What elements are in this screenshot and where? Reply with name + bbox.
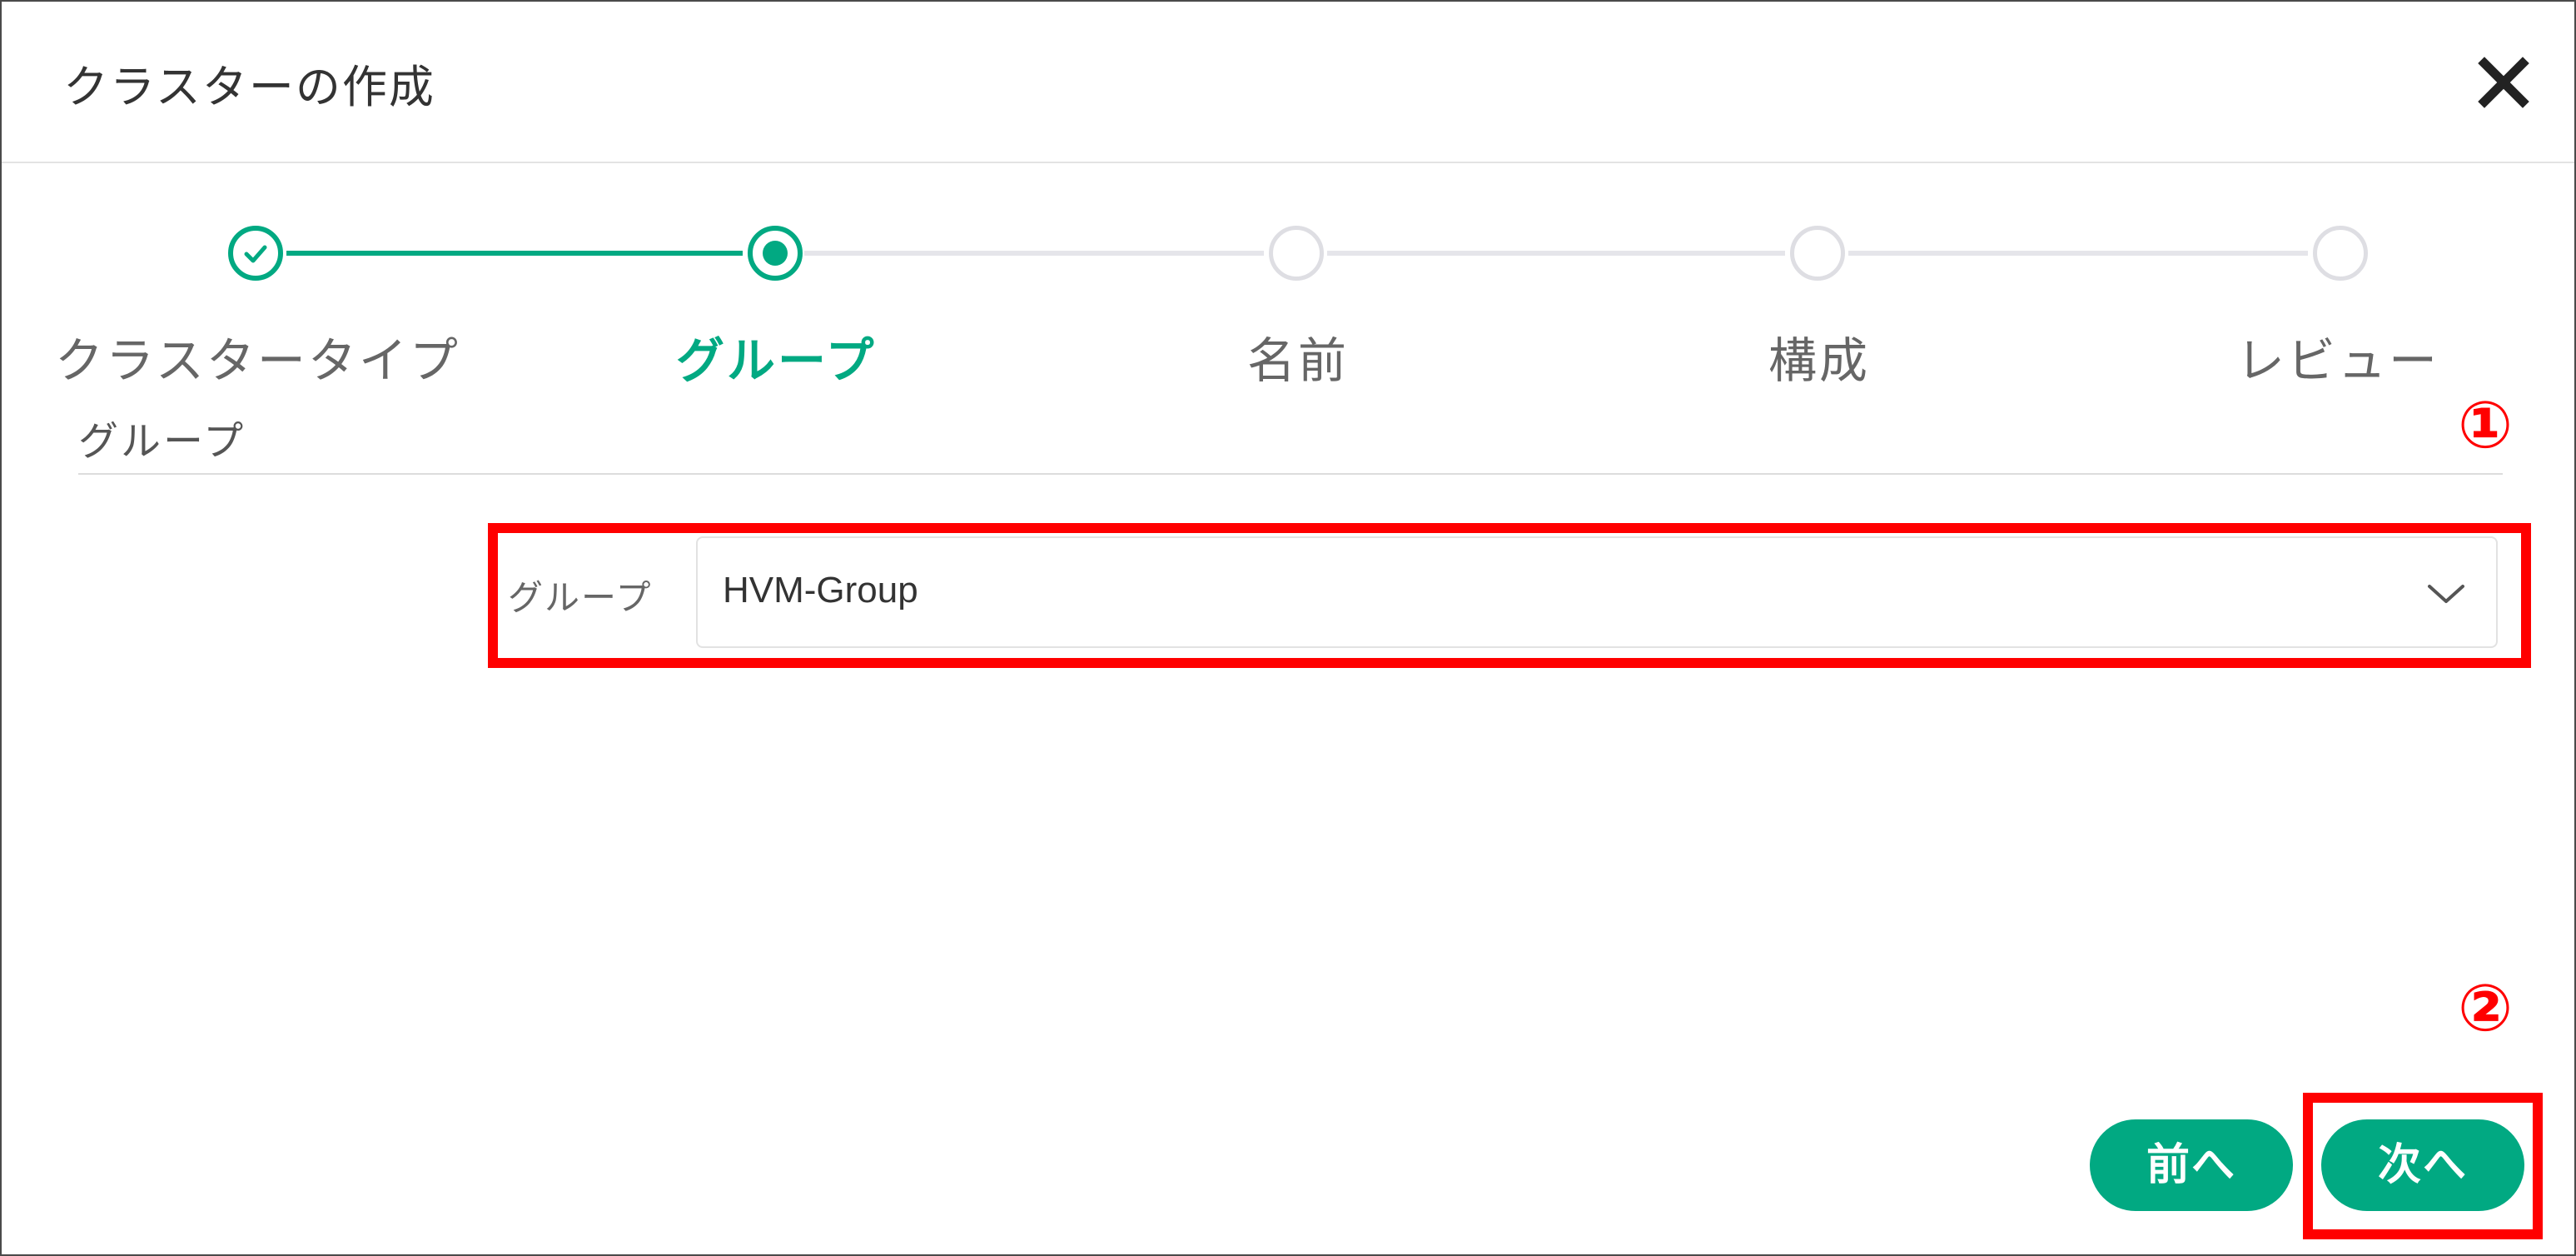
step-2-active-icon <box>748 226 803 281</box>
highlight-box-next <box>2303 1093 2543 1239</box>
step-1-check-icon <box>228 226 283 281</box>
step-label-name[interactable]: 名前 <box>1247 321 1349 391</box>
step-connector-2 <box>804 251 1264 256</box>
step-label-config[interactable]: 構成 <box>1768 321 1870 391</box>
highlight-box-group <box>488 523 2531 668</box>
close-icon <box>2478 57 2529 108</box>
step-label-review[interactable]: レビュー <box>2236 321 2439 391</box>
section-title: グループ <box>78 418 246 465</box>
step-3-circle-icon <box>1269 226 1324 281</box>
section-divider <box>78 473 2503 475</box>
step-label-cluster-type[interactable]: クラスタータイプ <box>55 321 460 391</box>
callout-1: ① <box>2458 388 2514 463</box>
step-connector-3 <box>1327 251 1785 256</box>
step-label-group[interactable]: グループ <box>676 321 877 391</box>
header-divider <box>2 162 2574 163</box>
step-connector-4 <box>1848 251 2308 256</box>
prev-button[interactable]: 前へ <box>2090 1119 2293 1211</box>
close-button[interactable] <box>2466 45 2541 120</box>
step-5-circle-icon <box>2313 226 2368 281</box>
create-cluster-dialog: クラスターの作成 クラスタータイプ グループ 名前 構成 レビュー グループ グ… <box>0 0 2576 1256</box>
step-connector-1 <box>286 251 743 256</box>
dialog-title: クラスターの作成 <box>63 61 435 113</box>
callout-2: ② <box>2458 971 2514 1046</box>
step-4-circle-icon <box>1790 226 1845 281</box>
